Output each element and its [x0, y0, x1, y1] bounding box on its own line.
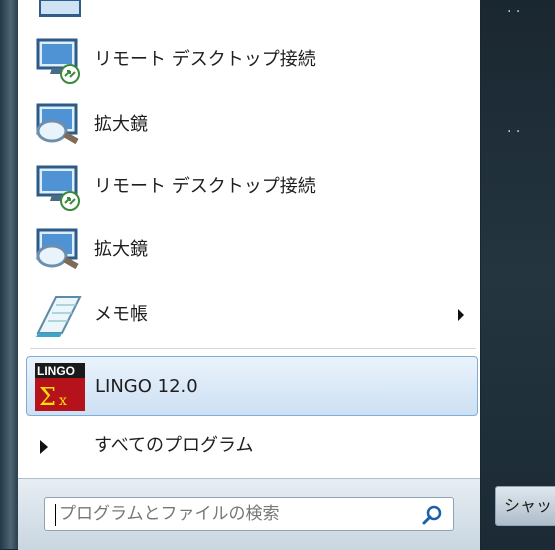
text-caret — [55, 504, 56, 526]
lingo-icon-text: LINGO — [37, 364, 75, 378]
svg-text:x: x — [59, 393, 67, 409]
program-label: 拡大鏡 — [94, 114, 148, 135]
remote-desktop-icon — [36, 165, 80, 211]
program-item-remote-desktop[interactable]: リモート デスクトップ接続 — [26, 157, 478, 217]
program-item-remote-desktop[interactable]: リモート デスクトップ接続 — [26, 30, 478, 90]
svg-text:Σ: Σ — [39, 383, 56, 411]
start-menu-frame — [0, 0, 18, 549]
menu-divider — [30, 348, 476, 349]
program-label: リモート デスクトップ接続 — [94, 49, 316, 70]
shutdown-label: シャッ — [504, 496, 553, 515]
remote-desktop-icon — [36, 38, 80, 84]
search-placeholder: プログラムとファイルの検索 — [59, 504, 280, 524]
program-label: LINGO 12.0 — [95, 376, 198, 397]
right-pane-text-fragment: · · — [507, 124, 521, 140]
program-item-magnifier[interactable]: 拡大鏡 — [26, 95, 478, 155]
expand-arrow-icon — [40, 440, 48, 454]
start-menu: リモート デスクトップ接続 拡大鏡 リモート デスクトップ接続 拡大鏡 メモ帳 … — [0, 0, 481, 550]
program-label: メモ帳 — [94, 304, 148, 325]
program-item-notepad[interactable]: メモ帳 — [26, 285, 478, 345]
program-item-magnifier[interactable]: 拡大鏡 — [26, 220, 478, 280]
clipped-program-icon — [39, 0, 81, 17]
search-input[interactable]: プログラムとファイルの検索 — [44, 497, 454, 531]
all-programs-button[interactable]: すべてのプログラム — [26, 418, 478, 474]
shutdown-button[interactable]: シャッ — [495, 486, 555, 526]
notepad-icon — [36, 296, 82, 337]
program-label: リモート デスクトップ接続 — [94, 176, 316, 197]
lingo-icon: LINGO Σ x — [35, 363, 85, 411]
right-pane: · · · · — [481, 0, 555, 549]
submenu-arrow-icon[interactable] — [458, 309, 464, 321]
right-pane-text-fragment: · · — [507, 4, 521, 20]
magnifier-icon — [36, 228, 79, 270]
program-label: 拡大鏡 — [94, 239, 148, 260]
search-icon[interactable] — [421, 504, 443, 526]
program-item-lingo[interactable]: LINGO Σ x LINGO 12.0 — [26, 356, 478, 416]
all-programs-label: すべてのプログラム — [94, 435, 254, 456]
magnifier-icon — [36, 103, 79, 145]
